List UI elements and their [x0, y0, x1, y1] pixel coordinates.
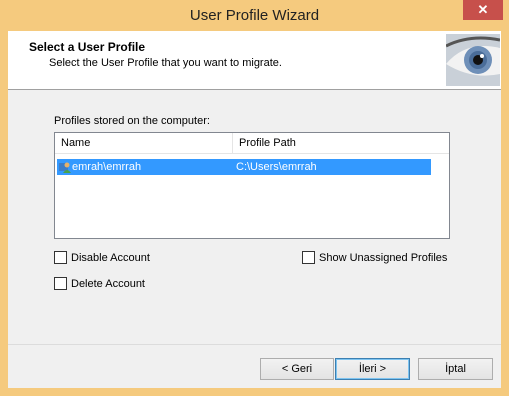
close-button[interactable]: ✕ [463, 0, 503, 20]
divider [8, 344, 501, 345]
close-icon: ✕ [477, 2, 489, 17]
column-header-profile-path[interactable]: Profile Path [233, 133, 449, 153]
eye-icon [446, 34, 500, 86]
checkbox-label: Delete Account [71, 277, 145, 290]
checkbox-box[interactable] [54, 251, 67, 264]
profiles-list[interactable]: Name Profile Path emrah\emrrah C:\Users\… [54, 132, 450, 239]
wizard-client-area: Select a User Profile Select the User Pr… [8, 31, 501, 388]
list-item[interactable]: emrah\emrrah C:\Users\emrrah [57, 159, 431, 175]
show-unassigned-profiles-checkbox[interactable]: Show Unassigned Profiles [302, 251, 447, 264]
profiles-label: Profiles stored on the computer: [54, 115, 210, 127]
user-profile-icon [59, 162, 71, 173]
checkbox-box[interactable] [54, 277, 67, 290]
title-bar[interactable]: User Profile Wizard ✕ [0, 0, 509, 31]
checkbox-label: Disable Account [71, 251, 150, 264]
wizard-window: User Profile Wizard ✕ Select a User Prof… [0, 0, 509, 396]
window-title: User Profile Wizard [189, 7, 320, 24]
disable-account-checkbox[interactable]: Disable Account [54, 251, 150, 264]
back-button[interactable]: < Geri [260, 358, 334, 380]
page-subtitle: Select the User Profile that you want to… [49, 57, 282, 69]
cancel-button[interactable]: İptal [418, 358, 493, 380]
page-title: Select a User Profile [29, 40, 146, 54]
delete-account-checkbox[interactable]: Delete Account [54, 277, 145, 290]
checkbox-label: Show Unassigned Profiles [319, 251, 448, 264]
next-button[interactable]: İleri > [335, 358, 410, 380]
profile-name: emrah\emrrah [72, 161, 142, 173]
checkbox-box[interactable] [302, 251, 315, 264]
list-header: Name Profile Path [55, 133, 449, 154]
column-header-name[interactable]: Name [55, 133, 233, 153]
wizard-header: Select a User Profile Select the User Pr… [8, 31, 501, 90]
profile-path: C:\Users\emrrah [236, 161, 317, 173]
